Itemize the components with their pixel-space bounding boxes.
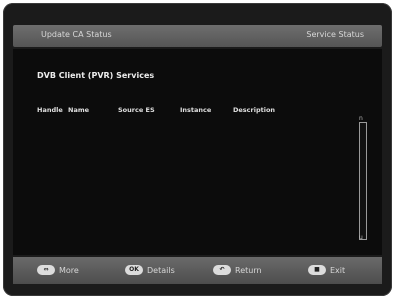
column-handle: Handle — [37, 106, 63, 114]
service-status-tab[interactable]: Service Status — [306, 30, 364, 39]
tv-screen: Update CA Status Service Status DVB Clie… — [3, 3, 392, 296]
return-label: Return — [235, 265, 262, 275]
exit-label: Exit — [330, 265, 346, 275]
return-button[interactable]: ↶ Return — [213, 264, 262, 276]
services-panel: DVB Client (PVR) Services Handle Name So… — [13, 49, 382, 255]
column-instance: Instance — [180, 106, 212, 114]
more-label: More — [59, 265, 79, 275]
update-ca-status-tab[interactable]: Update CA Status — [41, 30, 112, 39]
column-source-es: Source ES — [118, 106, 155, 114]
footer-keys-bar: ⇔ More OK Details ↶ Return ■ Exit — [13, 257, 382, 284]
exit-button[interactable]: ■ Exit — [308, 264, 345, 276]
scroll-up-marker: n — [359, 115, 363, 122]
exit-key-icon: ■ — [308, 265, 326, 275]
panel-title: DVB Client (PVR) Services — [37, 71, 155, 80]
column-description: Description — [233, 106, 276, 114]
column-name: Name — [68, 106, 90, 114]
details-label: Details — [147, 265, 175, 275]
status-header: Update CA Status Service Status — [13, 25, 382, 47]
scrollbar[interactable] — [359, 122, 367, 240]
more-button[interactable]: ⇔ More — [37, 264, 79, 276]
arrows-key-icon: ⇔ — [37, 265, 55, 275]
details-button[interactable]: OK Details — [125, 264, 175, 276]
scroll-down-marker: u — [359, 234, 363, 241]
return-key-icon: ↶ — [213, 265, 231, 275]
ok-key-icon: OK — [125, 265, 143, 275]
